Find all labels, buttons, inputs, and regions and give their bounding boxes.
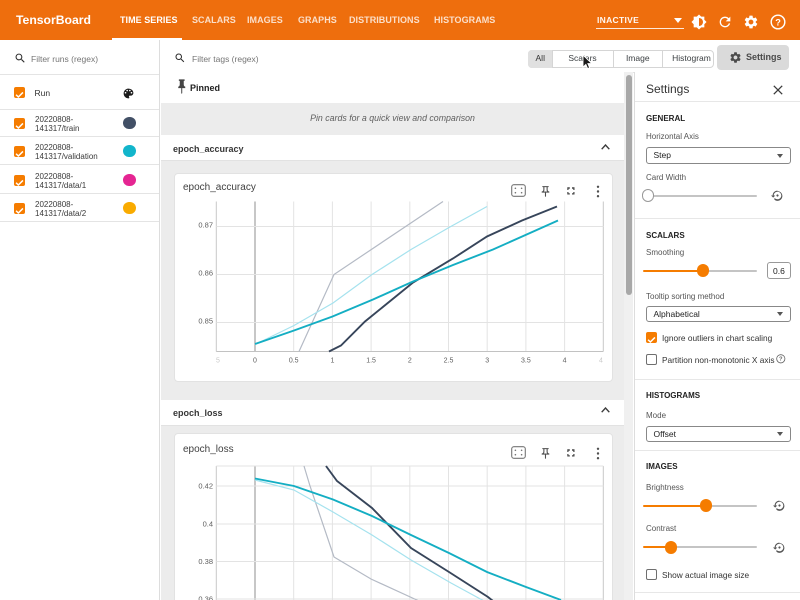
svg-text:4: 4 [563, 357, 567, 364]
svg-text:0.87: 0.87 [198, 220, 213, 229]
svg-text:0.38: 0.38 [198, 557, 213, 566]
svg-text:0: 0 [253, 357, 257, 364]
svg-text:3: 3 [485, 357, 489, 364]
svg-text:0.42: 0.42 [198, 482, 213, 491]
svg-text:0.85: 0.85 [198, 316, 213, 325]
svg-text:2: 2 [408, 357, 412, 364]
svg-text:2.5: 2.5 [444, 357, 454, 364]
svg-text:4: 4 [599, 357, 603, 364]
svg-text:?: ? [779, 357, 783, 363]
svg-text:1: 1 [330, 357, 334, 364]
svg-text:5: 5 [216, 357, 220, 364]
svg-text:0.86: 0.86 [198, 268, 213, 277]
svg-text:1.5: 1.5 [366, 357, 376, 364]
svg-text:0.5: 0.5 [289, 357, 299, 364]
svg-text:?: ? [775, 17, 781, 27]
svg-text:0.36: 0.36 [198, 595, 213, 600]
svg-text:3.5: 3.5 [521, 357, 531, 364]
svg-text:0.4: 0.4 [203, 520, 213, 529]
